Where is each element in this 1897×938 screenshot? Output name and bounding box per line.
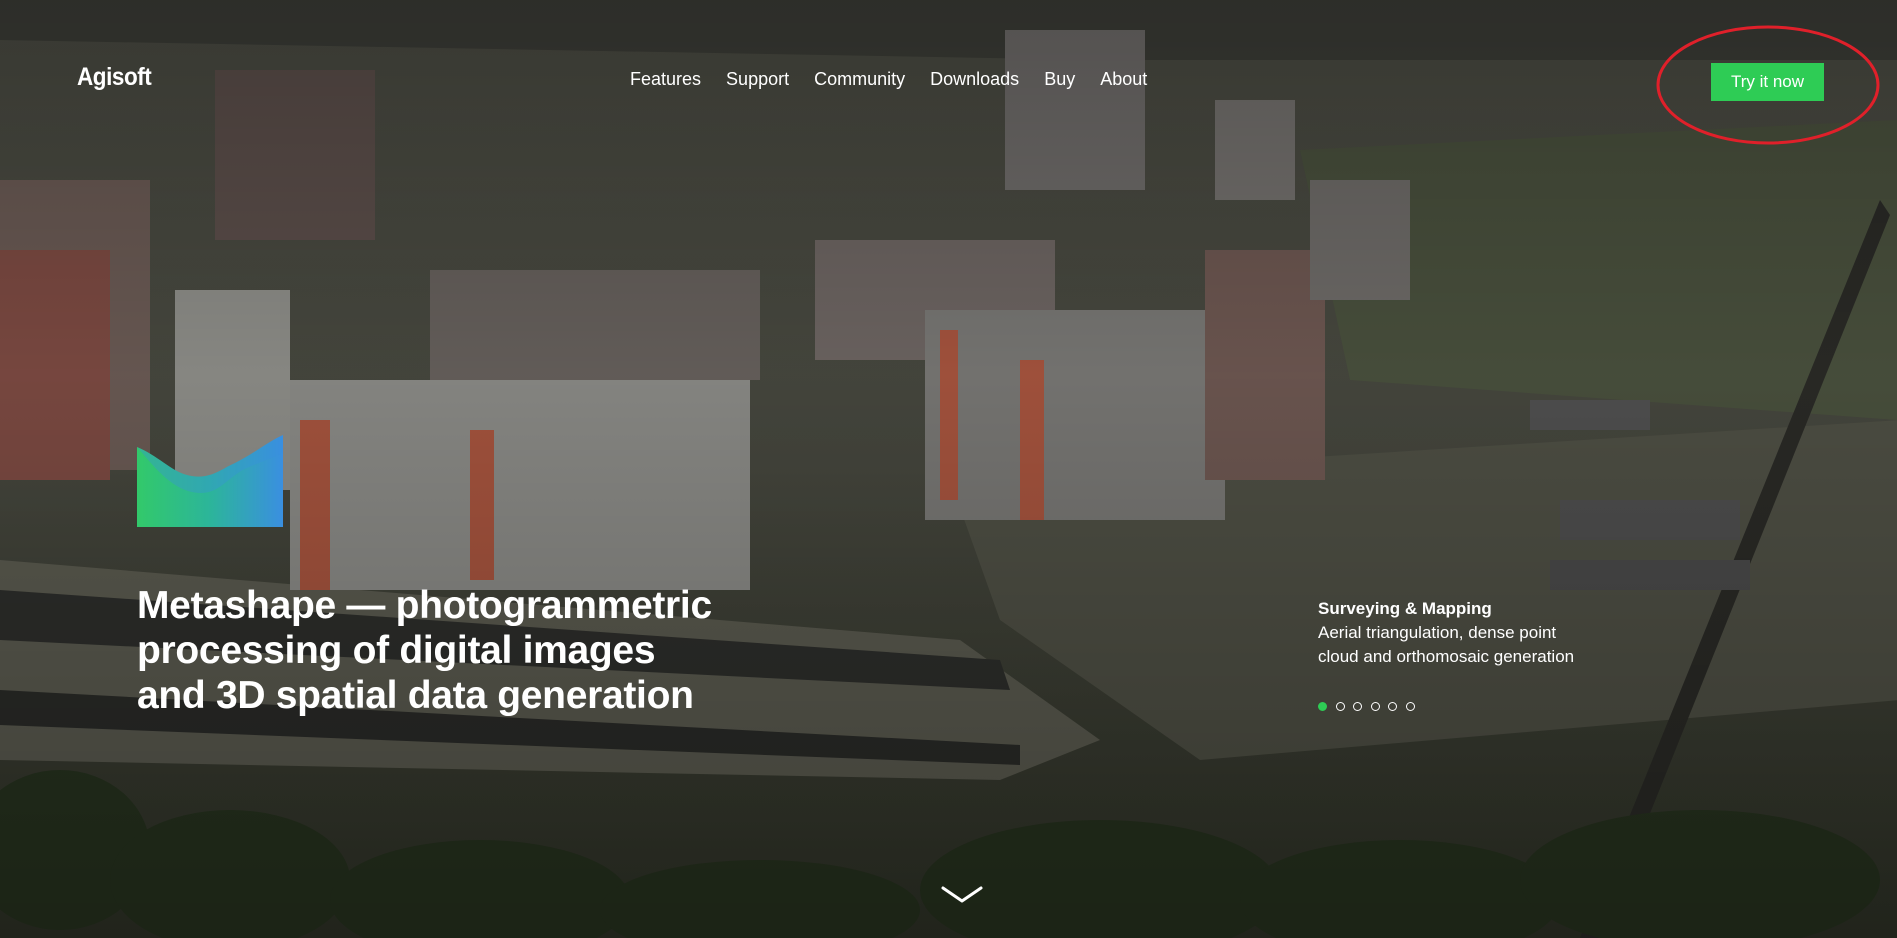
slider-dots bbox=[1318, 702, 1423, 711]
slide-title: Surveying & Mapping bbox=[1318, 599, 1492, 618]
slider-dot[interactable] bbox=[1335, 702, 1345, 711]
hero-headline-line: Metashape — photogrammetric bbox=[137, 584, 712, 627]
agisoft-logo[interactable]: Agisoft bbox=[77, 63, 152, 92]
slider-dot[interactable] bbox=[1318, 702, 1327, 711]
main-nav: Features Support Community Downloads Buy… bbox=[630, 69, 1172, 90]
slider-caption: Surveying & Mapping Aerial triangulation… bbox=[1318, 597, 1648, 669]
slide-description-line: Aerial triangulation, dense point bbox=[1318, 623, 1557, 642]
chevron-down-icon[interactable] bbox=[940, 884, 984, 906]
nav-item-community[interactable]: Community bbox=[814, 69, 905, 90]
slide-description: Aerial triangulation, dense point cloud … bbox=[1318, 621, 1648, 669]
slider-dot[interactable] bbox=[1353, 702, 1362, 711]
nav-item-downloads[interactable]: Downloads bbox=[930, 69, 1019, 90]
slider-dot[interactable] bbox=[1370, 702, 1380, 711]
metashape-logo-icon bbox=[137, 435, 283, 527]
nav-item-features[interactable]: Features bbox=[630, 69, 701, 90]
nav-item-about[interactable]: About bbox=[1100, 69, 1147, 90]
slider-dot[interactable] bbox=[1388, 702, 1397, 711]
hero-headline: Metashape — photogrammetric processing o… bbox=[137, 583, 712, 718]
hero-headline-line: processing of digital images bbox=[137, 629, 656, 672]
slider-dot[interactable] bbox=[1405, 702, 1415, 711]
nav-item-support[interactable]: Support bbox=[726, 69, 789, 90]
red-ellipse-highlight-icon bbox=[1656, 25, 1880, 145]
hero-headline-line: and 3D spatial data generation bbox=[137, 674, 694, 717]
site-header: Agisoft Features Support Community Downl… bbox=[0, 0, 1897, 160]
slide-description-line: cloud and orthomosaic generation bbox=[1318, 647, 1575, 666]
nav-item-buy[interactable]: Buy bbox=[1044, 69, 1075, 90]
